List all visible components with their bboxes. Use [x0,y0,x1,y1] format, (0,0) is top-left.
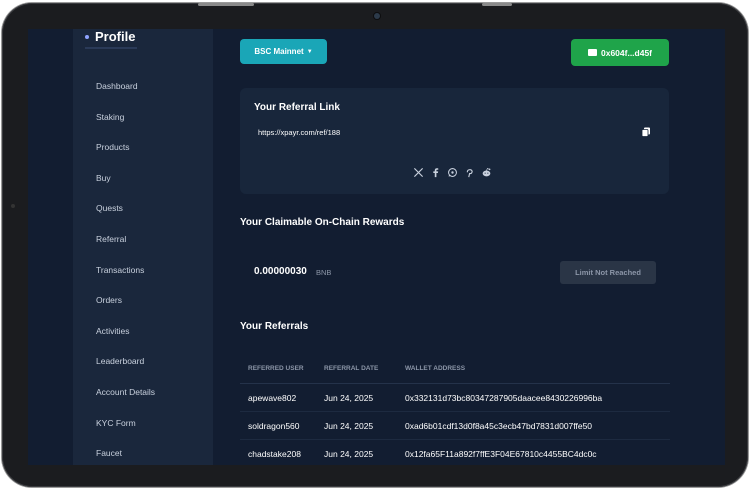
facebook-icon[interactable] [430,167,441,178]
wallet-address: 0x12fa65F11a892f7ffE3F04E67810c4455BC4dc… [405,448,597,459]
table-row: apewave802 Jun 24, 2025 0x332131d73bc803… [240,384,670,412]
column-header-date: REFERRAL DATE [324,365,379,372]
tablet-frame: Profile Dashboard Staking Products Buy Q… [2,3,748,487]
rewards-amount: 0.00000030 [254,266,307,277]
sidebar: Profile Dashboard Staking Products Buy Q… [73,29,213,465]
sidebar-item-orders[interactable]: Orders [73,285,213,316]
copy-icon[interactable] [641,127,651,137]
claim-button[interactable]: Limit Not Reached [560,261,656,284]
wallet-address-label: 0x604f...d45f [600,47,653,58]
referred-user: apewave802 [248,392,297,403]
referral-link-url[interactable]: https://xpayr.com/ref/188 [258,128,340,137]
sidebar-nav: Dashboard Staking Products Buy Quests Re… [73,71,213,465]
whatsapp-icon[interactable] [447,167,458,178]
network-select-button[interactable]: BSC Mainnet ▼ [240,39,327,64]
wallet-button[interactable]: 0x604f...d45f [571,39,669,66]
sidebar-title-label: Profile [95,29,136,44]
referral-date: Jun 24, 2025 [324,448,374,459]
referrals-table: REFERRED USER REFERRAL DATE WALLET ADDRE… [240,354,670,465]
referral-date: Jun 24, 2025 [324,420,374,431]
table-header: REFERRED USER REFERRAL DATE WALLET ADDRE… [240,354,670,384]
sidebar-item-products[interactable]: Products [73,132,213,163]
sidebar-item-leaderboard[interactable]: Leaderboard [73,346,213,377]
sidebar-item-buy[interactable]: Buy [73,163,213,194]
referral-date: Jun 24, 2025 [324,392,374,403]
wallet-address: 0xad6b01cdf13d0f8a45c3ecb47bd7831d007ffe… [405,420,593,431]
camera-icon [374,13,380,19]
tablet-button [482,3,512,6]
sidebar-item-faucet[interactable]: Faucet [73,438,213,465]
sidebar-item-kyc-form[interactable]: KYC Form [73,408,213,439]
reddit-icon[interactable] [481,167,492,178]
sidebar-item-transactions[interactable]: Transactions [73,255,213,286]
sidebar-item-referral[interactable]: Referral [73,224,213,255]
wallet-icon [587,49,597,56]
referral-link-card: Your Referral Link https://xpayr.com/ref… [240,88,669,194]
sidebar-title: Profile [85,29,135,44]
bullet-icon [85,34,89,39]
rewards-card: 0.00000030 BNB Limit Not Reached [240,251,669,293]
x-icon[interactable] [413,167,424,178]
sensor-dot [11,204,15,208]
referral-link-title: Your Referral Link [254,102,340,113]
referrals-title: Your Referrals [240,321,309,332]
sidebar-item-dashboard[interactable]: Dashboard [73,71,213,102]
column-header-wallet: WALLET ADDRESS [405,365,466,372]
tablet-button [198,3,254,6]
sidebar-item-quests[interactable]: Quests [73,193,213,224]
app-screen: Profile Dashboard Staking Products Buy Q… [28,29,725,465]
share-buttons [413,167,492,178]
sidebar-item-staking[interactable]: Staking [73,102,213,133]
pinterest-icon[interactable] [464,167,475,178]
referred-user: chadstake208 [248,448,301,459]
main-content: BSC Mainnet ▼ 0x604f...d45f Your Referra… [240,29,700,465]
rewards-unit: BNB [316,268,332,277]
table-row: soldragon560 Jun 24, 2025 0xad6b01cdf13d… [240,412,670,440]
sidebar-item-account-details[interactable]: Account Details [73,377,213,408]
sidebar-title-underline [85,47,137,49]
rewards-title: Your Claimable On-Chain Rewards [240,217,405,228]
chevron-down-icon: ▼ [306,48,313,55]
wallet-address: 0x332131d73bc80347287905daacee8430226996… [405,392,603,403]
column-header-user: REFERRED USER [248,365,304,372]
network-label: BSC Mainnet [254,47,304,56]
referred-user: soldragon560 [248,420,300,431]
sidebar-item-activities[interactable]: Activities [73,316,213,347]
table-row: chadstake208 Jun 24, 2025 0x12fa65F11a89… [240,440,670,465]
